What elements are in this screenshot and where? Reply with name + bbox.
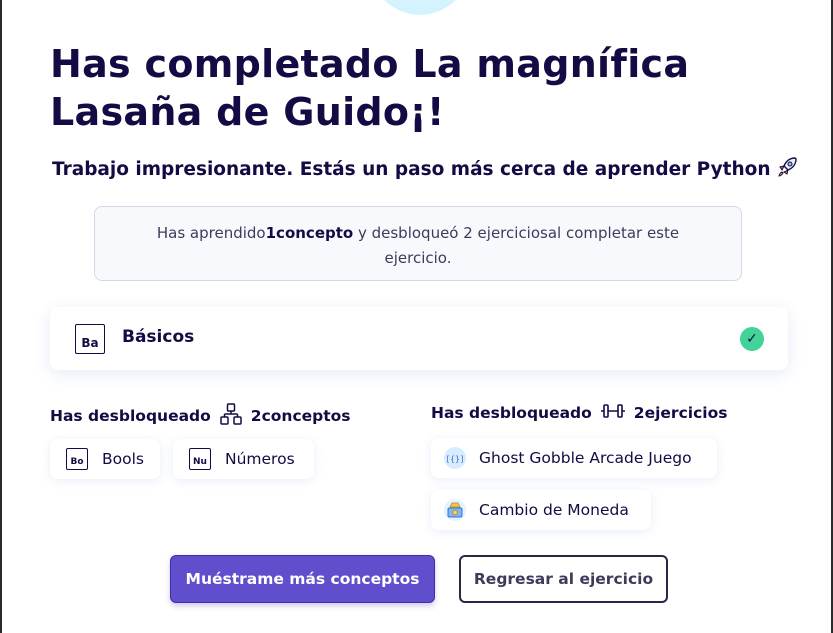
concept-tile-icon: Ba <box>75 324 105 354</box>
summary-prefix: Has aprendido <box>156 224 266 242</box>
learned-concept-card[interactable]: Ba Básicos ✓ <box>50 307 788 370</box>
check-icon: ✓ <box>740 327 764 351</box>
back-to-exercise-button[interactable]: Regresar al ejercicio <box>459 555 668 603</box>
dumbbell-icon <box>600 402 626 424</box>
ghost-gobble-icon: [{}] <box>443 446 467 470</box>
unlocked-concept-numeros[interactable]: Nu Números <box>173 439 314 479</box>
unlocked-exercise-ghost-gobble[interactable]: [{}] Ghost Gobble Arcade Juego <box>431 438 717 478</box>
page-title: Has completado La magnífica Lasaña de Gu… <box>50 42 690 134</box>
page-subtitle: Trabajo impresionante. Estás un paso más… <box>52 155 812 184</box>
unlocked-exercises-heading: Has desbloqueado 2ejercicios <box>431 402 727 424</box>
unlocked-concept-bools[interactable]: Bo Bools <box>50 439 160 479</box>
exercise-name: Ghost Gobble Arcade Juego <box>479 449 692 467</box>
completion-summary: Has aprendido1concepto y desbloqueó 2 ej… <box>94 206 742 281</box>
header-illustration <box>365 0 475 15</box>
window-edge-left <box>0 0 2 633</box>
unlocked-concepts-count: 2conceptos <box>250 407 351 425</box>
unlocked-concepts-label: Has desbloqueado <box>50 407 211 425</box>
concept-name: Bools <box>102 450 144 468</box>
exercise-name: Cambio de Moneda <box>479 501 629 519</box>
unlocked-concepts-heading: Has desbloqueado 2conceptos <box>50 402 351 430</box>
summary-middle: y desbloqueó 2 ejercicios <box>353 224 548 242</box>
unlocked-exercises-label: Has desbloqueado <box>431 404 592 422</box>
subtitle-text: Trabajo impresionante. Estás un paso más… <box>52 159 771 180</box>
learned-concept-name: Básicos <box>122 327 195 347</box>
concept-tile-icon: Bo <box>66 448 88 470</box>
concept-tile-icon: Nu <box>189 448 211 470</box>
currency-exchange-icon <box>443 498 467 522</box>
concepts-graph-icon <box>219 402 243 430</box>
unlocked-exercise-cambio-de-moneda[interactable]: Cambio de Moneda <box>431 490 651 530</box>
concept-name: Números <box>225 450 295 468</box>
svg-text:[{}]: [{}] <box>445 455 464 464</box>
summary-concept-count: 1 <box>265 224 277 242</box>
show-more-concepts-button[interactable]: Muéstrame más conceptos <box>170 555 435 603</box>
summary-concept-word: concepto <box>276 224 354 242</box>
unlocked-exercises-count: 2ejercicios <box>633 404 728 422</box>
rocket-icon <box>775 155 799 184</box>
